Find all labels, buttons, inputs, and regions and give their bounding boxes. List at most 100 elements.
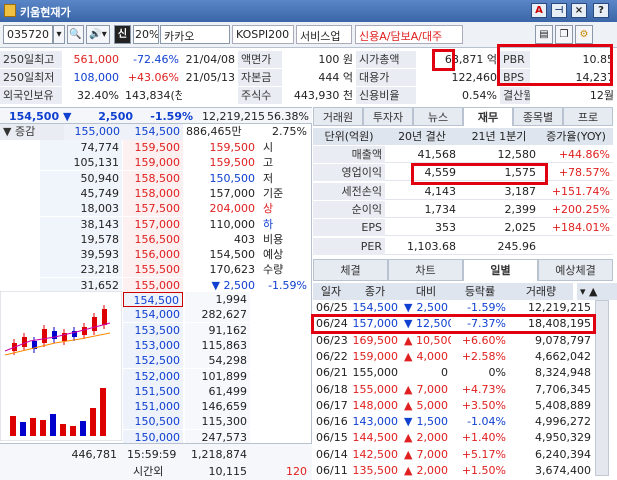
daily-date: 06/22: [316, 349, 348, 363]
daily-volume: 5,408,889: [535, 398, 591, 412]
daily-change: 7,000: [416, 447, 449, 461]
stock-code-input[interactable]: 035720: [3, 25, 53, 44]
price-bar: 154,500 ▼ 2,500 -1.59% 12,219,215 56.38%: [0, 107, 312, 124]
fin-cell: 41,568: [385, 146, 459, 163]
bid-qty: 146,659: [185, 399, 250, 415]
tab-5[interactable]: 프로: [563, 107, 613, 126]
tab-0[interactable]: 거래원: [313, 107, 363, 126]
ask-info-value: ▼ 2,500: [211, 278, 255, 292]
volume-bar: [60, 424, 66, 436]
ask-price[interactable]: 156,000: [123, 247, 183, 263]
info-cell: 0.54%: [462, 89, 497, 102]
daily-header: 종가: [349, 283, 401, 300]
search-icon[interactable]: 🔍: [67, 25, 84, 44]
ask-info-value: 403: [234, 232, 255, 246]
daily-tab-0[interactable]: 체결: [313, 259, 388, 281]
ask-price[interactable]: 159,500: [123, 140, 183, 155]
fin-cell: +151.74%: [539, 183, 613, 200]
mini-chart: [0, 291, 122, 441]
a-button[interactable]: A: [531, 3, 547, 18]
fin-cell: 1,734: [385, 201, 459, 218]
ask-price[interactable]: 158,000: [123, 185, 183, 201]
fin-cell: 2,025: [459, 219, 539, 237]
daily-volume: 4,996,272: [535, 415, 591, 429]
ask-qty: 38,143: [40, 216, 122, 232]
bid-price[interactable]: 154,500: [123, 292, 183, 307]
info-cell: 561,000: [73, 53, 120, 66]
bid-price[interactable]: 150,500: [123, 414, 183, 430]
tab-1[interactable]: 투자자: [363, 107, 413, 126]
bid-price[interactable]: 151,500: [123, 383, 183, 399]
dropdown-button[interactable]: ▾: [53, 25, 65, 44]
bid-price[interactable]: 153,500: [123, 322, 183, 338]
ask-price[interactable]: 157,000: [123, 216, 183, 232]
ask-price[interactable]: 155,000: [123, 277, 183, 293]
daily-volume: 6,240,394: [535, 447, 591, 461]
ask-info-value: 157,000: [209, 186, 256, 200]
daily-tab-2[interactable]: 일별: [463, 259, 538, 281]
ask-price[interactable]: 159,000: [123, 155, 183, 171]
settings-icon[interactable]: ⚙: [575, 25, 593, 44]
ask-price[interactable]: 155,500: [123, 262, 183, 278]
daily-close: 143,000: [352, 415, 399, 429]
info-cell: -72.46%: [133, 53, 179, 66]
volume-bar: [40, 420, 46, 436]
bid-qty: 91,162: [185, 322, 250, 338]
ask-price[interactable]: 157,500: [123, 201, 183, 217]
bid-price[interactable]: 152,500: [123, 353, 183, 369]
daily-header-menu[interactable]: ▾ ▲: [577, 283, 617, 300]
volume-bar: [100, 388, 106, 436]
fin-cell: +44.86%: [539, 146, 613, 163]
ask-info-label: -1.59%: [268, 278, 307, 292]
tab-4[interactable]: 종목별: [513, 107, 563, 126]
daily-tab-3[interactable]: 예상체결: [538, 259, 613, 281]
doc-icon[interactable]: ▤: [535, 25, 553, 44]
daily-close: 155,000: [352, 382, 399, 396]
app-icon: [4, 4, 16, 17]
daily-pct: +6.60%: [461, 333, 506, 347]
volume-ratio: 56.38%: [267, 110, 309, 123]
help-button[interactable]: ?: [593, 3, 609, 18]
info-cell: 21/04/08: [185, 53, 235, 66]
daily-tab-1[interactable]: 차트: [388, 259, 463, 281]
info-cell: 12월: [589, 89, 614, 102]
pin-icon[interactable]: ⊣: [551, 3, 567, 18]
info-cell: 68,871 억: [444, 53, 497, 66]
bid-price[interactable]: 154,000: [123, 307, 183, 323]
bid-qty: 115,863: [185, 337, 250, 353]
tab-2[interactable]: 뉴스: [413, 107, 463, 126]
info-cell: [182, 87, 238, 104]
bid-price[interactable]: 153,000: [123, 337, 183, 353]
fin-cell: 순이익: [313, 200, 385, 218]
bid-qty: 101,899: [185, 368, 250, 384]
daily-change: 7,000: [416, 382, 449, 396]
ob-footer: 446,781 15:59:59 1,218,874 시간외 10,115 12…: [0, 443, 312, 480]
ask-price[interactable]: 156,500: [123, 231, 183, 247]
volume-bar: [10, 416, 16, 436]
speaker-icon[interactable]: 🔊▾: [86, 25, 110, 44]
candle-body: [42, 329, 47, 343]
ask-info-value: 170,623: [209, 263, 256, 277]
bid-price[interactable]: 152,000: [123, 368, 183, 384]
daily-date: 06/18: [316, 382, 348, 396]
title-bar: 키움현재가 A ⊣ × ?: [0, 0, 617, 22]
ask-price[interactable]: 158,500: [123, 170, 183, 186]
bid-price[interactable]: 151,000: [123, 399, 183, 415]
copy-icon[interactable]: ❐: [555, 25, 573, 44]
info-cell: 액면가: [238, 51, 282, 68]
info-cell: 자본금: [238, 69, 282, 86]
fin-cell: 12,580: [459, 146, 539, 163]
footer-total-b: 1,218,874: [191, 448, 247, 461]
scrollbar[interactable]: [595, 300, 609, 476]
credit-label: 신용A/담보A/대주: [355, 25, 463, 44]
daily-date: 06/21: [316, 366, 348, 380]
close-button[interactable]: ×: [571, 3, 587, 18]
ob-header-pct: 2.75%: [272, 125, 307, 138]
ob-header-vol: 886,465만: [186, 125, 242, 138]
volume-bar: [30, 418, 36, 436]
daily-header: 등락률: [451, 283, 509, 300]
ask-qty: 50,940: [40, 170, 122, 186]
tab-3[interactable]: 재무: [463, 107, 513, 126]
ob-header-label: ▼ 증감: [0, 124, 64, 140]
ask-info-value: 110,000: [209, 217, 256, 231]
